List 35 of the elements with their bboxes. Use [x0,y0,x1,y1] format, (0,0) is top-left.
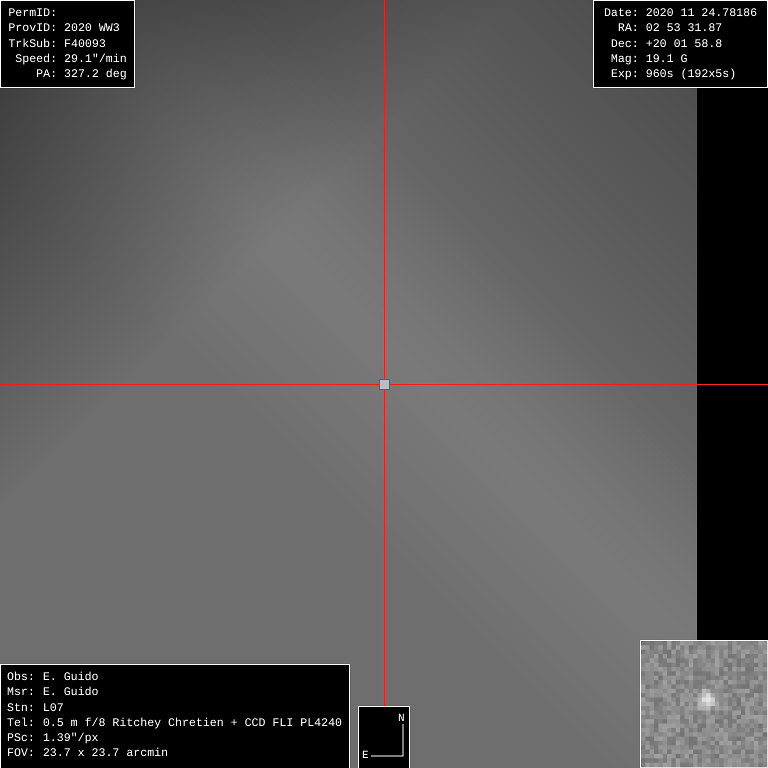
field-label: Exp: [610,67,639,82]
field-value: 29.1"/min [64,52,127,68]
field-value: 2020 WW3 [64,21,120,37]
field-value: 960s (192x5s) [646,67,736,82]
north-label: N [398,713,405,725]
field-value: 2020 11 24.78186 [646,6,758,22]
field-label: Date: [604,6,639,22]
field-value: E. Guido [42,685,98,701]
field-label: PSc: [7,731,35,746]
field-label: FOV: [7,746,35,762]
field-label: Obs: [7,670,35,686]
target-marker [379,379,390,390]
field-value: 327.2 deg [64,67,127,82]
field-label: PermID: [8,6,58,22]
field-value: E. Guido [42,670,98,686]
field-label: Tel: [7,716,35,732]
field-value: +20 01 58.8 [646,36,722,52]
field-value: 19.1 G [646,52,688,68]
field-value: L07 [42,700,64,716]
east-label: E [362,750,369,762]
field-label: Stn: [7,700,35,716]
compass-arrows-drawing [370,724,404,756]
field-label: Speed: [15,52,58,68]
field-label: PA: [36,67,58,82]
field-value: 0.5 m f/8 Ritchey Chretien + CCD FLI PL4240 [42,716,342,732]
field-label: TrkSub: [8,36,58,52]
field-label: Msr: [7,685,35,701]
field-value: 02 53 31.87 [646,21,722,37]
field-value: 23.7 x 23.7 arcmin [42,746,168,762]
field-label: ProvID: [8,21,58,37]
field-value: 1.39"/px [42,731,98,746]
field-label: Dec: [610,36,639,52]
field-label: Mag: [610,52,639,68]
field-value: F40093 [64,36,106,52]
field-label: RA: [618,21,639,37]
